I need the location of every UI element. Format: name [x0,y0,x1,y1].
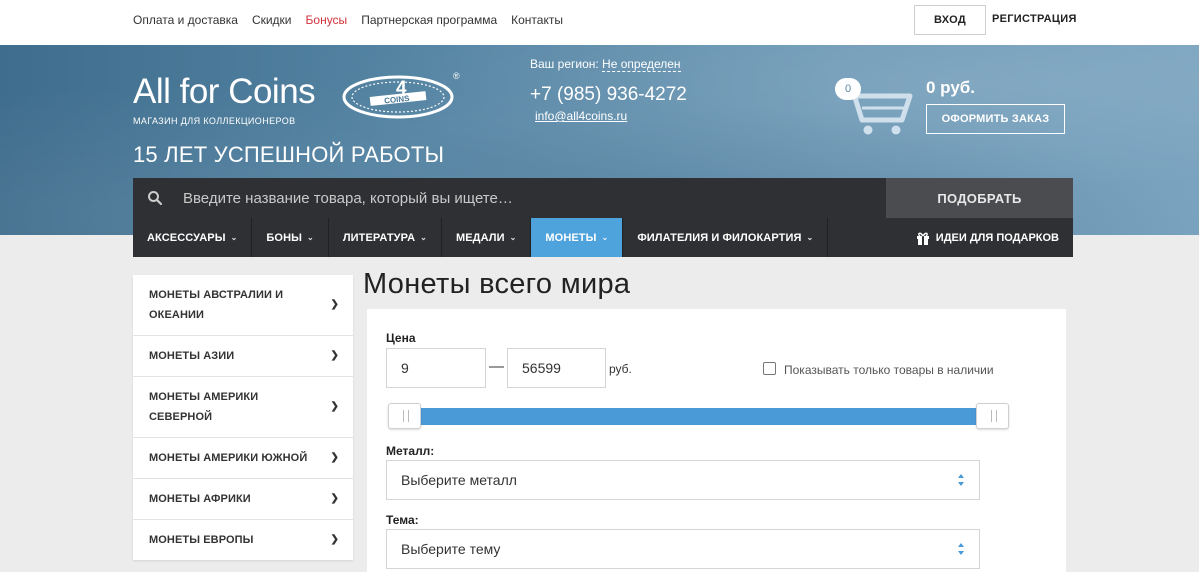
link-bonuses[interactable]: Бонусы [306,13,348,27]
sidebar-item-south-america[interactable]: МОНЕТЫ АМЕРИКИ ЮЖНОЙ ❯ [133,438,353,479]
nav-item-philately[interactable]: ФИЛАТЕЛИЯ И ФИЛОКАРТИЯ ⌄ [623,218,829,257]
nav-item-coins[interactable]: МОНЕТЫ ⌄ [531,218,624,257]
chevron-down-icon[interactable]: ❯ [331,346,339,366]
in-stock-checkbox[interactable] [763,362,776,375]
nav-item-accessories[interactable]: АКСЕССУАРЫ ⌄ [133,218,253,257]
chevron-down-icon: ⌄ [230,233,238,242]
chevron-down-icon[interactable]: ❯ [331,448,339,468]
theme-select-value: Выберите тему [401,541,501,557]
metal-label: Металл: [386,444,435,458]
sidebar-item-label: МОНЕТЫ АФРИКИ [149,493,251,505]
gift-label: ИДЕИ ДЛЯ ПОДАРКОВ [935,231,1059,244]
sidebar-item-label: МОНЕТЫ АМЕРИКИ СЕВЕРНОЙ [149,391,259,423]
updown-arrows-icon [958,543,964,555]
sidebar-item-north-america[interactable]: МОНЕТЫ АМЕРИКИ СЕВЕРНОЙ ❯ [133,377,353,438]
price-slider-track[interactable] [388,408,1008,425]
top-bar: Оплата и доставка Скидки Бонусы Партнерс… [0,0,1199,45]
page-title: Монеты всего мира [363,268,631,300]
nav-label: ЛИТЕРАТУРА [342,231,416,244]
tagline: 15 ЛЕТ УСПЕШНОЙ РАБОТЫ [133,142,445,167]
sidebar-item-asia[interactable]: МОНЕТЫ АЗИИ ❯ [133,336,353,377]
link-discounts[interactable]: Скидки [252,13,292,27]
nav-label: АКСЕССУАРЫ [147,231,226,244]
price-slider-max-handle[interactable] [976,403,1009,429]
chevron-down-icon: ⌄ [509,233,517,242]
nav-item-gift-ideas[interactable]: ИДЕИ ДЛЯ ПОДАРКОВ [916,218,1059,257]
chevron-down-icon[interactable]: ❯ [331,489,339,509]
nav-item-literature[interactable]: ЛИТЕРАТУРА ⌄ [329,218,442,257]
search-icon [148,191,163,206]
logo-subtitle: МАГАЗИН ДЛЯ КОЛЛЕКЦИОНЕРОВ [133,116,296,126]
category-sidebar: МОНЕТЫ АВСТРАЛИИ И ОКЕАНИИ ❯ МОНЕТЫ АЗИИ ❯… [133,275,353,560]
sidebar-item-africa[interactable]: МОНЕТЫ АФРИКИ ❯ [133,479,353,520]
cart-count-badge: 0 [835,78,861,100]
nav-label: МОНЕТЫ [545,231,597,244]
sidebar-item-label: МОНЕТЫ АМЕРИКИ ЮЖНОЙ [149,452,308,464]
region-selector: Ваш регион: Не определен [530,57,681,72]
chevron-down-icon[interactable]: ❯ [331,530,339,550]
nav-item-banknotes[interactable]: БОНЫ ⌄ [252,218,329,257]
currency-label: руб. [609,362,632,376]
chevron-down-icon[interactable]: ❯ [331,295,339,315]
search-bar: ПОДОБРАТЬ [133,178,1073,218]
phone-number[interactable]: +7 (985) 936-4272 [530,84,687,106]
svg-text:®: ® [453,71,460,81]
price-range-dash: — [489,358,504,375]
nav-label: ФИЛАТЕЛИЯ И ФИЛОКАРТИЯ [637,231,802,244]
metal-select[interactable]: Выберите металл [386,460,980,500]
nav-item-medals[interactable]: МЕДАЛИ ⌄ [442,218,532,257]
sidebar-item-label: МОНЕТЫ АЗИИ [149,350,235,362]
email-link[interactable]: info@all4coins.ru [535,109,627,123]
updown-arrows-icon [958,474,964,486]
sidebar-item-label: МОНЕТЫ ЕВРОПЫ [149,534,254,546]
cart-sum[interactable]: 0 руб. [926,78,975,98]
metal-select-value: Выберите металл [401,472,517,488]
nav-label: БОНЫ [266,231,302,244]
theme-select[interactable]: Выберите тему [386,529,980,569]
chevron-down-icon[interactable]: ❯ [331,397,339,417]
chevron-down-icon: ⌄ [806,233,814,242]
search-input[interactable] [183,186,873,210]
sidebar-item-europe[interactable]: МОНЕТЫ ЕВРОПЫ ❯ [133,520,353,560]
nav-label: МЕДАЛИ [455,231,505,244]
region-value-link[interactable]: Не определен [602,57,681,72]
chevron-down-icon: ⌄ [601,233,609,242]
link-payment-delivery[interactable]: Оплата и доставка [133,13,238,27]
link-contacts[interactable]: Контакты [511,13,563,27]
region-label: Ваш регион: [530,57,599,71]
gift-icon [916,232,929,245]
sidebar-item-label: МОНЕТЫ АВСТРАЛИИ И ОКЕАНИИ [149,289,284,321]
sidebar-item-australia-oceania[interactable]: МОНЕТЫ АВСТРАЛИИ И ОКЕАНИИ ❯ [133,275,353,336]
chevron-down-icon: ⌄ [420,233,427,242]
link-partner-program[interactable]: Партнерская программа [361,13,497,27]
main-nav: АКСЕССУАРЫ ⌄ БОНЫ ⌄ ЛИТЕРАТУРА ⌄ МЕДАЛИ ⌄ МО… [133,218,1073,257]
price-slider-min-handle[interactable] [388,403,421,429]
coin-logo-icon[interactable]: COINS 4 ® [340,70,462,122]
svg-text:4: 4 [396,78,407,99]
top-links: Оплата и доставка Скидки Бонусы Партнерс… [133,13,577,27]
chevron-down-icon: ⌄ [307,233,314,242]
search-submit-button[interactable]: ПОДОБРАТЬ [886,178,1073,218]
price-label: Цена [386,331,416,345]
in-stock-label[interactable]: Показывать только товары в наличии [784,363,994,377]
login-button[interactable]: ВХОД [914,5,986,35]
checkout-button[interactable]: ОФОРМИТЬ ЗАКАЗ [926,104,1065,134]
price-max-input[interactable]: 56599 [507,348,606,388]
site-logo[interactable]: All for Coins [133,72,316,112]
register-link[interactable]: РЕГИСТРАЦИЯ [992,13,1077,25]
price-min-input[interactable]: 9 [386,348,486,388]
theme-label: Тема: [386,513,419,527]
